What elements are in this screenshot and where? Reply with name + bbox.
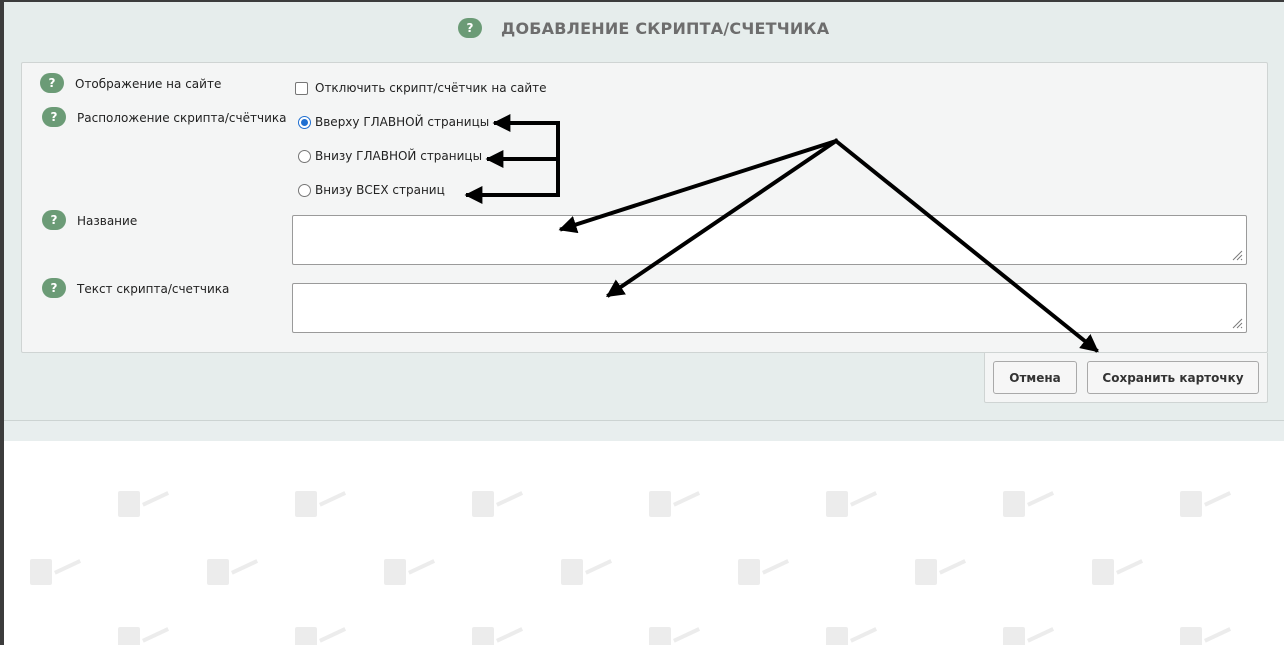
dialog-title: ДОБАВЛЕНИЕ СКРИПТА/СЧЕТЧИКА (501, 19, 830, 38)
location-radio-bottom-all[interactable] (298, 183, 311, 197)
script-text-label: Текст скрипта/счетчика (77, 282, 230, 296)
display-label: Отображение на сайте (75, 77, 222, 91)
watermark-logo-icon (295, 491, 347, 517)
location-option-top-main[interactable]: Вверху ГЛАВНОЙ страницы (298, 115, 489, 129)
watermark-logo-icon (826, 491, 878, 517)
watermark-logo-icon (30, 559, 82, 585)
location-option-label: Внизу ГЛАВНОЙ страницы (315, 149, 483, 163)
disable-script-row[interactable]: Отключить скрипт/счётчик на сайте (295, 81, 547, 95)
disable-script-label: Отключить скрипт/счётчик на сайте (315, 81, 547, 95)
name-resize-grip-icon[interactable] (1231, 249, 1243, 261)
location-option-label: Внизу ВСЕХ страниц (315, 183, 445, 197)
watermark-logo-icon (649, 627, 701, 645)
location-option-bottom-main[interactable]: Внизу ГЛАВНОЙ страницы (298, 149, 482, 163)
location-help-icon[interactable]: ? (42, 107, 66, 127)
location-label: Расположение скрипта/счётчика (77, 111, 287, 125)
watermark-logo-icon (472, 627, 524, 645)
disable-script-checkbox[interactable] (295, 81, 308, 95)
watermark-logo-icon (295, 627, 347, 645)
watermark-logo-icon (649, 491, 701, 517)
watermark-logo-icon (384, 559, 436, 585)
watermark-logo-icon (561, 559, 613, 585)
watermark-logo-icon (1003, 491, 1055, 517)
location-option-bottom-all[interactable]: Внизу ВСЕХ страниц (298, 183, 445, 197)
watermark-logo-icon (1180, 491, 1232, 517)
location-radio-bottom-main[interactable] (298, 149, 311, 163)
watermark-logo-icon (1092, 559, 1144, 585)
name-help-icon[interactable]: ? (42, 210, 66, 230)
watermark-logo-icon (207, 559, 259, 585)
watermark-logo-icon (738, 559, 790, 585)
watermark-logo-icon (472, 491, 524, 517)
script-text-resize-grip-icon[interactable] (1231, 317, 1243, 329)
cancel-button[interactable]: Отмена (993, 361, 1077, 394)
watermark-logo-icon (1003, 627, 1055, 645)
watermark-pattern (4, 441, 1284, 645)
watermark-logo-icon (915, 559, 967, 585)
location-option-label: Вверху ГЛАВНОЙ страницы (315, 115, 490, 129)
watermark-logo-icon (118, 491, 170, 517)
name-textarea[interactable] (292, 215, 1247, 265)
watermark-logo-icon (118, 627, 170, 645)
title-help-icon[interactable]: ? (458, 18, 482, 38)
save-card-button[interactable]: Сохранить карточку (1087, 361, 1259, 394)
dialog-footer-strip (4, 420, 1284, 441)
watermark-logo-icon (826, 627, 878, 645)
location-radio-top-main[interactable] (298, 115, 311, 129)
script-text-help-icon[interactable]: ? (42, 278, 66, 298)
display-help-icon[interactable]: ? (40, 73, 64, 93)
script-text-textarea[interactable] (292, 283, 1247, 333)
name-label: Название (77, 214, 138, 228)
watermark-logo-icon (1180, 627, 1232, 645)
